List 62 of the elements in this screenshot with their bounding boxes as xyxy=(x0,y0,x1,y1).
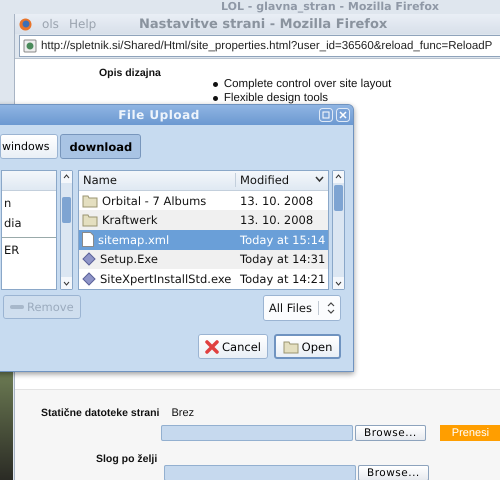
browse-button[interactable]: Browse... xyxy=(355,425,426,441)
dialog-title: File Upload xyxy=(117,108,201,122)
scrollbar[interactable] xyxy=(332,170,345,290)
window-title: LOL - glavna_stran - Mozilla Firefox xyxy=(220,0,440,13)
path-button[interactable]: download xyxy=(60,134,142,159)
scrollbar[interactable] xyxy=(60,170,73,290)
bullet-item: Complete control over site layout xyxy=(224,77,392,91)
cancel-button[interactable]: Cancel xyxy=(198,334,268,359)
file-input-field[interactable] xyxy=(164,465,356,480)
modified-date: Today at 14:31 xyxy=(240,252,326,266)
file-name: Setup.Exe xyxy=(100,252,158,266)
cancel-x-icon xyxy=(205,340,220,354)
place-item[interactable]: ER xyxy=(4,240,56,260)
filter-dropdown[interactable]: All Files xyxy=(262,295,341,321)
file-name: SiteXpertInstallStd.exe xyxy=(100,272,232,286)
browser-logo-icon xyxy=(19,18,32,30)
bullet-icon xyxy=(212,96,218,100)
scroll-thumb[interactable] xyxy=(62,197,71,223)
browse-button[interactable]: Browse... xyxy=(358,465,429,480)
field-label: Slog po želji xyxy=(96,453,158,465)
window-title: Nastavitve strani - Mozilla Firefox xyxy=(138,16,388,32)
path-button[interactable]: windows xyxy=(0,134,58,159)
place-item[interactable]: n xyxy=(4,193,56,213)
modified-date: 13. 10. 2008 xyxy=(240,194,314,208)
field-value: Brez xyxy=(171,407,194,419)
maximize-icon[interactable] xyxy=(319,108,333,122)
folder-icon xyxy=(82,213,98,228)
diamond-icon xyxy=(82,272,96,286)
scroll-up-icon[interactable] xyxy=(333,171,344,183)
address-field[interactable]: http://spletnik.si/Shared/Html/site_properties.html?user_id=36560&reload_func=ReloadP xyxy=(19,35,500,57)
column-header[interactable]: Name xyxy=(79,173,236,188)
field-label: Statične datoteke strani xyxy=(41,407,160,419)
scroll-down-icon[interactable] xyxy=(333,277,344,289)
scroll-thumb[interactable] xyxy=(334,185,343,211)
file-row[interactable]: Setup.Exe Today at 14:31 xyxy=(79,250,328,270)
file-name: Orbital - 7 Albums xyxy=(102,194,206,208)
updown-arrow-icon xyxy=(318,301,336,315)
close-icon[interactable] xyxy=(336,108,350,122)
place-item[interactable]: dia xyxy=(4,213,56,233)
places-header xyxy=(2,171,56,191)
column-header[interactable]: Modified xyxy=(236,173,328,188)
folder-icon xyxy=(82,194,98,208)
field-label: Opis dizajna xyxy=(99,67,161,81)
bullet-item: Flexible design tools xyxy=(224,91,328,105)
bullet-icon xyxy=(212,82,218,86)
file-input-field[interactable] xyxy=(161,425,353,441)
diamond-icon xyxy=(82,252,96,266)
page-icon xyxy=(23,39,37,53)
file-row[interactable]: Orbital - 7 Albums 13. 10. 2008 xyxy=(79,190,328,210)
document-icon xyxy=(82,232,94,248)
open-button[interactable]: Open xyxy=(274,334,341,359)
file-name: sitemap.xml xyxy=(98,232,170,247)
modified-date: 13. 10. 2008 xyxy=(240,213,314,228)
modified-date: Today at 15:14 xyxy=(240,232,326,247)
modified-date: Today at 14:21 xyxy=(240,272,326,286)
minus-icon xyxy=(10,305,24,309)
file-row[interactable]: SiteXpertInstallStd.exe Today at 14:21 xyxy=(79,269,328,289)
folder-icon xyxy=(282,340,299,354)
scroll-up-icon[interactable] xyxy=(61,171,72,183)
scroll-down-icon[interactable] xyxy=(61,277,72,289)
file-row[interactable]: Kraftwerk 13. 10. 2008 xyxy=(79,210,328,230)
file-name: Kraftwerk xyxy=(102,213,158,228)
